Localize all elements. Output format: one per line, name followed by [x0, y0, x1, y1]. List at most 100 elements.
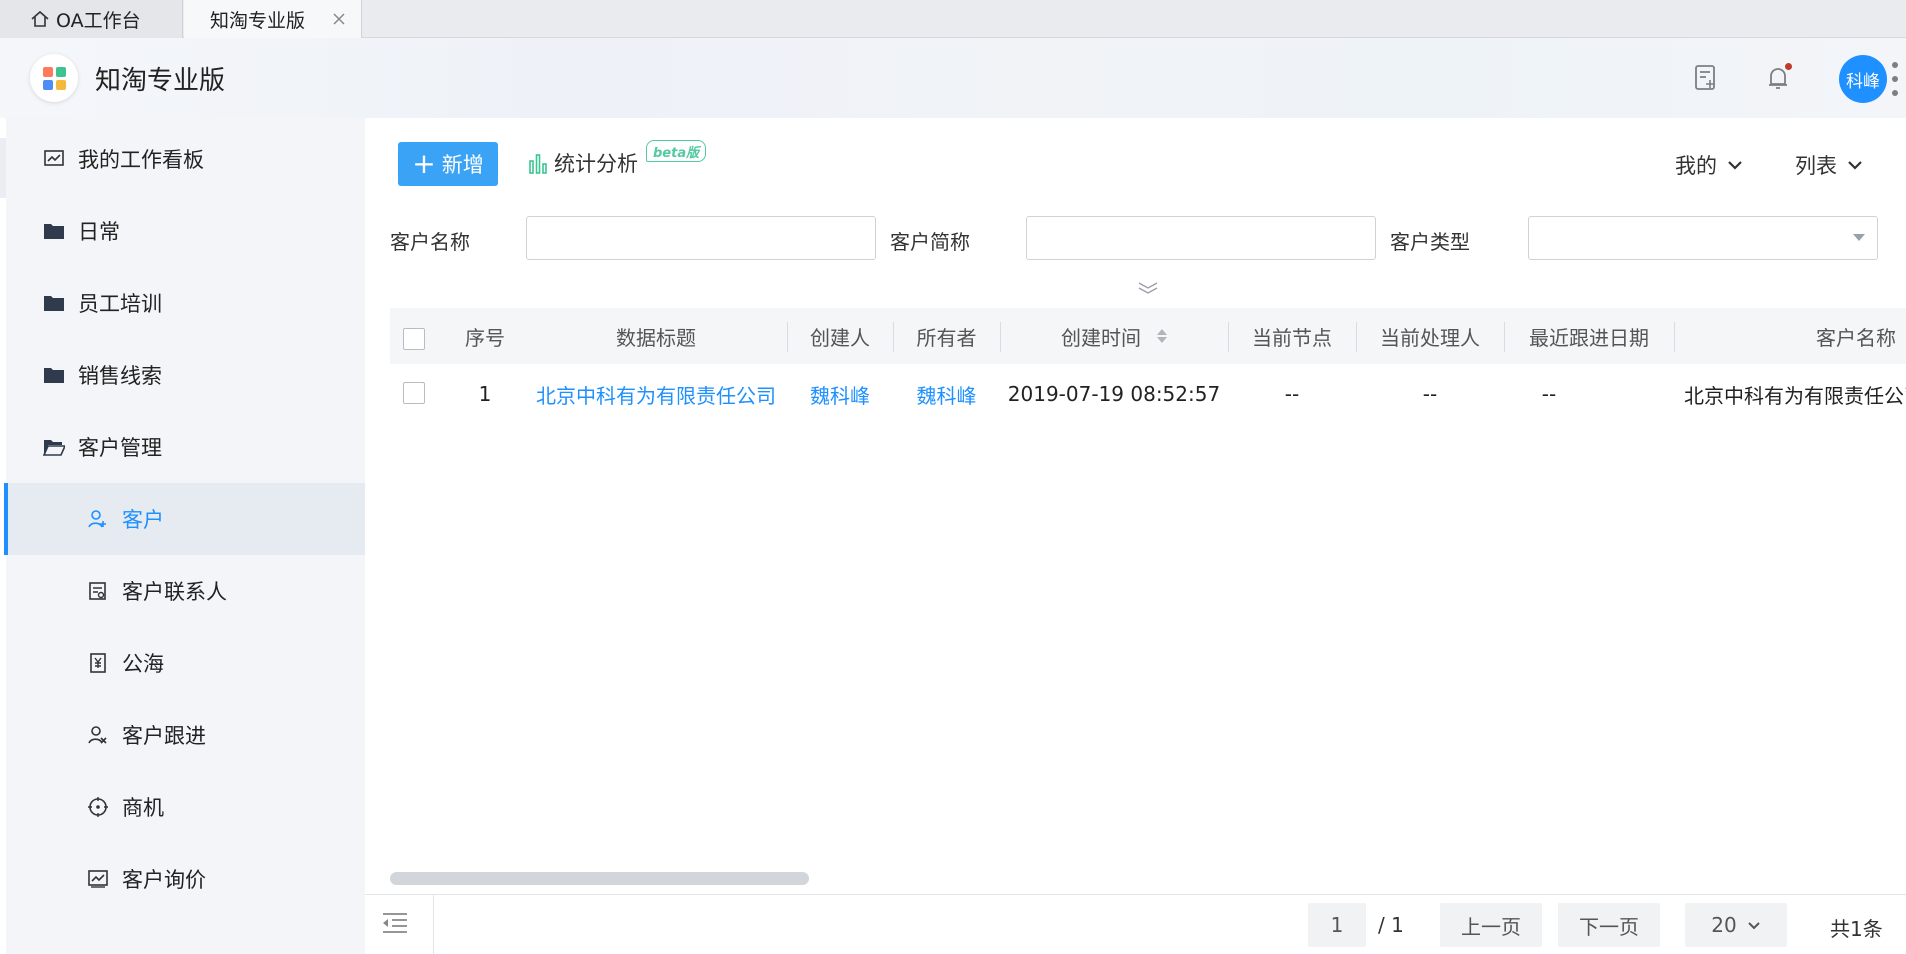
cell-owner-link[interactable]: 魏科峰: [893, 366, 1000, 422]
column-header-last-follow[interactable]: 最近跟进日期: [1504, 308, 1674, 364]
more-icon[interactable]: [1892, 62, 1898, 96]
table-row[interactable]: 1 北京中科有为有限责任公司 魏科峰 魏科峰 2019-07-19 08:52:…: [390, 366, 1906, 422]
column-header-creator[interactable]: 创建人: [787, 308, 893, 364]
main-content: + 新增 统计分析 beta版 我的 列表 客户名称 客户简称 客户类型 序号 …: [365, 118, 1906, 954]
customer-type-select[interactable]: [1528, 216, 1878, 260]
app-logo[interactable]: [30, 54, 78, 102]
page-size-value: 20: [1711, 913, 1737, 937]
scope-dropdown[interactable]: 我的: [1675, 150, 1743, 180]
beta-badge: beta版: [646, 140, 707, 162]
close-icon[interactable]: [329, 9, 349, 29]
sidebar-item-daily[interactable]: 日常: [6, 195, 365, 267]
sidebar-item-sales-leads[interactable]: 销售线索: [6, 339, 365, 411]
customer-name-label: 客户名称: [390, 230, 470, 254]
sidebar-item-label: 员工培训: [78, 292, 162, 316]
expand-filters-icon[interactable]: [1136, 280, 1160, 296]
sidebar-item-opportunity[interactable]: 商机: [6, 771, 365, 843]
chevron-down-icon: [1728, 161, 1742, 170]
add-button[interactable]: + 新增: [398, 142, 498, 186]
cell-created-time: 2019-07-19 08:52:57: [1007, 382, 1221, 406]
next-page-button[interactable]: 下一页: [1558, 903, 1660, 947]
sidebar-item-label: 客户管理: [78, 436, 162, 460]
sidebar-item-label: 商机: [122, 796, 164, 820]
sidebar-item-label: 日常: [78, 220, 120, 244]
column-header-owner[interactable]: 所有者: [893, 308, 1000, 364]
plus-icon: +: [412, 147, 436, 180]
scope-dropdown-label: 我的: [1675, 154, 1717, 178]
page-size-select[interactable]: 20: [1685, 903, 1787, 947]
stats-label: 统计分析: [554, 152, 638, 176]
sidebar: 我的工作看板 日常 员工培训 销售线索 客户管理 客户 客户联系人 公海 客户跟…: [0, 118, 365, 954]
chevron-down-icon: [1748, 921, 1760, 929]
sidebar-item-inquiry[interactable]: 客户询价: [6, 843, 365, 915]
column-header-created-time[interactable]: 创建时间: [1000, 308, 1228, 364]
app-header: 知淘专业版 科峰: [0, 38, 1906, 118]
sidebar-item-customer[interactable]: 客户: [4, 483, 365, 555]
yen-doc-icon: [86, 651, 110, 675]
pagination-bar: 1 / 1 上一页 下一页 20 共1条: [365, 894, 1906, 954]
column-header-current-node[interactable]: 当前节点: [1228, 308, 1356, 364]
tab-label: 知淘专业版: [210, 9, 306, 32]
bar-chart-icon: [529, 154, 547, 174]
cell-current-node: --: [1284, 382, 1300, 406]
column-header-title[interactable]: 数据标题: [525, 308, 787, 364]
tab-label: OA工作台: [56, 9, 141, 32]
sidebar-item-public-pool[interactable]: 公海: [6, 627, 365, 699]
cell-customer-name: 北京中科有为有限责任公司: [1684, 383, 1906, 408]
home-icon: [31, 10, 49, 27]
sidebar-item-work-board[interactable]: 我的工作看板: [6, 123, 365, 195]
row-checkbox[interactable]: [403, 382, 425, 404]
column-header-label: 创建时间: [1061, 325, 1141, 350]
bell-icon[interactable]: [1762, 62, 1794, 94]
cell-index: 1: [478, 382, 492, 406]
cell-creator-link[interactable]: 魏科峰: [787, 366, 893, 422]
column-header-customer-name[interactable]: 客户名称: [1674, 308, 1906, 364]
folder-icon: [42, 219, 66, 243]
collapse-sidebar-icon[interactable]: [380, 909, 410, 939]
sidebar-item-label: 销售线索: [78, 364, 162, 388]
sidebar-item-label: 我的工作看板: [78, 148, 204, 172]
customer-short-label: 客户简称: [890, 230, 970, 254]
customer-name-input[interactable]: [526, 216, 876, 260]
sidebar-item-label: 客户联系人: [122, 580, 227, 604]
sidebar-item-customer-mgmt[interactable]: 客户管理: [6, 411, 365, 483]
column-header-index: 序号: [465, 325, 505, 350]
total-pages: / 1: [1378, 913, 1404, 937]
stats-analysis-link[interactable]: 统计分析: [528, 148, 638, 178]
table-header: 序号 数据标题 创建人 所有者 创建时间 当前节点 当前处理人 最近跟进日期 客…: [390, 308, 1906, 364]
sidebar-item-label: 客户跟进: [122, 724, 206, 748]
trend-chart-icon: [86, 867, 110, 891]
customer-type-label: 客户类型: [1390, 230, 1470, 254]
select-all-checkbox[interactable]: [403, 328, 425, 350]
cell-last-follow-date: --: [1541, 382, 1557, 406]
notification-dot: [1785, 63, 1792, 70]
folder-icon: [42, 291, 66, 315]
target-icon: [86, 795, 110, 819]
task-icon[interactable]: [1690, 62, 1722, 94]
tab-oa-workbench[interactable]: OA工作台: [0, 0, 183, 38]
chevron-down-icon: [1848, 161, 1862, 170]
horizontal-scrollbar[interactable]: [390, 872, 809, 885]
sidebar-item-label: 公海: [122, 652, 164, 676]
cell-title-link[interactable]: 北京中科有为有限责任公司: [525, 366, 787, 422]
sidebar-item-contacts[interactable]: 客户联系人: [6, 555, 365, 627]
user-x-icon: [86, 723, 110, 747]
sidebar-item-training[interactable]: 员工培训: [6, 267, 365, 339]
browser-tab-bar: OA工作台 知淘专业版: [0, 0, 1906, 38]
folder-open-icon: [42, 435, 66, 459]
sidebar-item-label: 客户: [122, 508, 164, 532]
avatar[interactable]: 科峰: [1839, 55, 1887, 103]
customer-short-input[interactable]: [1026, 216, 1376, 260]
view-dropdown[interactable]: 列表: [1795, 150, 1863, 180]
chart-board-icon: [42, 147, 66, 171]
column-header-current-handler[interactable]: 当前处理人: [1356, 308, 1504, 364]
caret-down-icon: [1853, 234, 1865, 241]
tab-zhitao-pro[interactable]: 知淘专业版: [184, 0, 362, 38]
sidebar-item-followup[interactable]: 客户跟进: [6, 699, 365, 771]
sort-icon[interactable]: [1157, 329, 1167, 343]
total-count: 共1条: [1830, 917, 1883, 941]
add-button-label: 新增: [441, 153, 484, 177]
prev-page-button[interactable]: 上一页: [1440, 903, 1542, 947]
cell-current-handler: --: [1422, 382, 1438, 406]
page-number-input[interactable]: 1: [1308, 903, 1366, 947]
